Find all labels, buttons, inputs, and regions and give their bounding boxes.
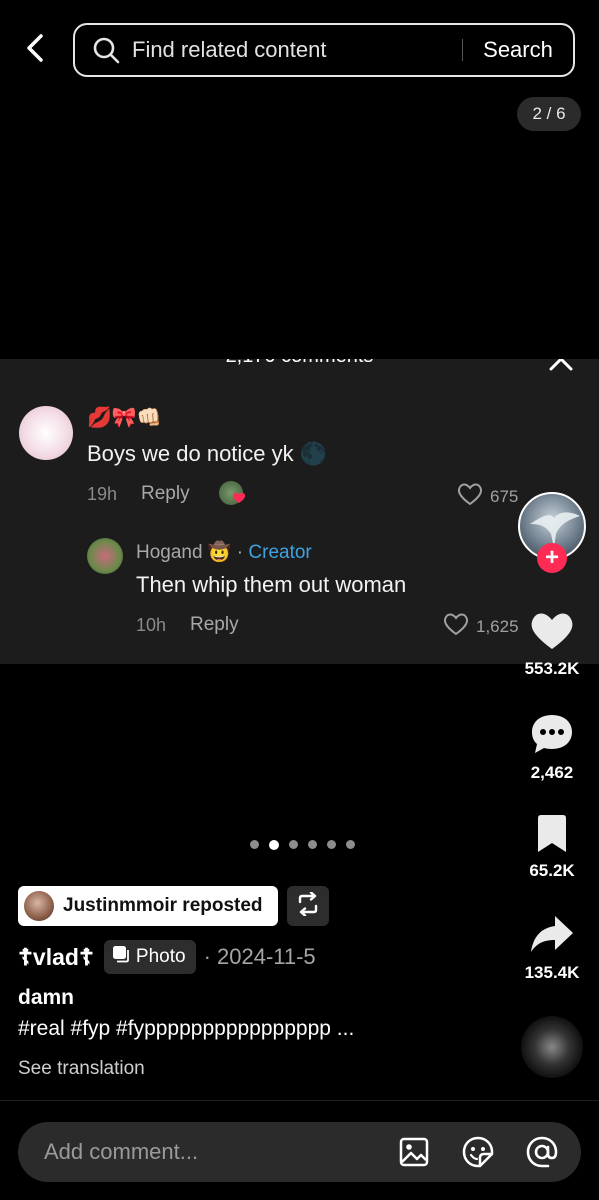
search-icon	[92, 35, 122, 65]
reply-button[interactable]: Reply	[190, 614, 239, 636]
page-counter: 2 / 6	[517, 97, 581, 131]
search-button[interactable]: Search	[463, 37, 573, 63]
repost-label[interactable]: Justinmmoir reposted	[18, 886, 278, 926]
back-chevron-icon	[25, 33, 45, 68]
comment-icon	[529, 715, 575, 760]
comment-time: 19h	[87, 484, 118, 504]
reply-button[interactable]: Reply	[141, 483, 190, 505]
comment-count: 2,462	[530, 763, 574, 782]
search-bar[interactable]: Find related content Search	[73, 23, 575, 77]
see-translation-link[interactable]: See translation	[18, 1058, 145, 1080]
divider	[0, 1100, 599, 1101]
comment-input[interactable]: Add comment...	[44, 1139, 395, 1165]
avatar	[24, 891, 54, 921]
avatar[interactable]	[87, 538, 123, 574]
author-name[interactable]: ☦vlad☦	[18, 944, 94, 971]
share-icon	[529, 916, 575, 960]
reply-text: Then whip them out woman	[136, 572, 407, 597]
caption-title: damn	[18, 986, 75, 1009]
author-row: ☦vlad☦ Photo · 2024-11-5	[18, 940, 316, 974]
close-icon[interactable]	[547, 359, 575, 371]
creator-badge: Creator	[248, 542, 312, 563]
heart-icon	[528, 613, 576, 656]
repost-text: Justinmmoir reposted	[63, 895, 263, 916]
comment-input-bar[interactable]: Add comment...	[18, 1122, 581, 1182]
share-action[interactable]: 135.4K	[512, 914, 592, 983]
reply-time: 10h	[136, 615, 167, 635]
carousel-dot[interactable]	[346, 840, 355, 849]
photo-label: Photo	[135, 946, 186, 967]
comment-username[interactable]: 💋🎀👊🏻	[87, 405, 162, 430]
like-count: 553.2K	[524, 659, 580, 678]
search-input[interactable]: Find related content	[132, 37, 462, 63]
carousel-dot[interactable]	[250, 840, 259, 849]
carousel-dots	[250, 839, 355, 850]
carousel-dot[interactable]	[289, 840, 298, 849]
reply-username[interactable]: Hogand 🤠 · Creator	[136, 540, 312, 564]
comment-action[interactable]: 2,462	[512, 712, 592, 783]
reply-like[interactable]: 1,625	[442, 611, 519, 642]
back-button[interactable]	[18, 32, 52, 68]
avatar[interactable]	[19, 406, 73, 460]
caption-tags[interactable]: #real #fyp #fypppppppppppppppp ...	[18, 1017, 354, 1041]
heart-icon	[442, 611, 470, 642]
carousel-dot[interactable]	[308, 840, 317, 849]
music-disc[interactable]	[521, 1016, 583, 1078]
name-separator: ·	[231, 542, 249, 563]
post-date: · 2024-11-5	[203, 944, 316, 969]
repost-icon	[295, 890, 321, 921]
creator-liked-heart-icon	[232, 491, 246, 509]
carousel-dot[interactable]	[327, 840, 336, 849]
comment-like[interactable]: 675	[456, 481, 518, 512]
save-action[interactable]: 65.2K	[512, 814, 592, 881]
bookmark-icon	[534, 815, 570, 858]
repost-button[interactable]	[287, 886, 329, 926]
emoji-icon[interactable]	[459, 1133, 497, 1171]
comments-count: 2,170 comments	[0, 359, 599, 368]
heart-icon	[456, 481, 484, 512]
comment-text: Boys we do notice yk 🌑	[87, 441, 328, 466]
image-icon[interactable]	[395, 1133, 433, 1171]
mention-icon[interactable]	[523, 1133, 561, 1171]
comments-panel: 2,170 comments 💋🎀👊🏻 Boys we do notice yk…	[0, 359, 599, 664]
reply-username-text: Hogand 🤠	[136, 542, 232, 563]
photo-badge: Photo	[103, 940, 196, 974]
follow-button[interactable]: +	[537, 543, 567, 573]
share-count: 135.4K	[524, 963, 580, 982]
like-count: 675	[490, 486, 519, 506]
carousel-dot[interactable]	[269, 839, 279, 850]
like-action[interactable]: 553.2K	[512, 608, 592, 679]
photo-icon	[112, 945, 130, 969]
save-count: 65.2K	[529, 861, 575, 880]
